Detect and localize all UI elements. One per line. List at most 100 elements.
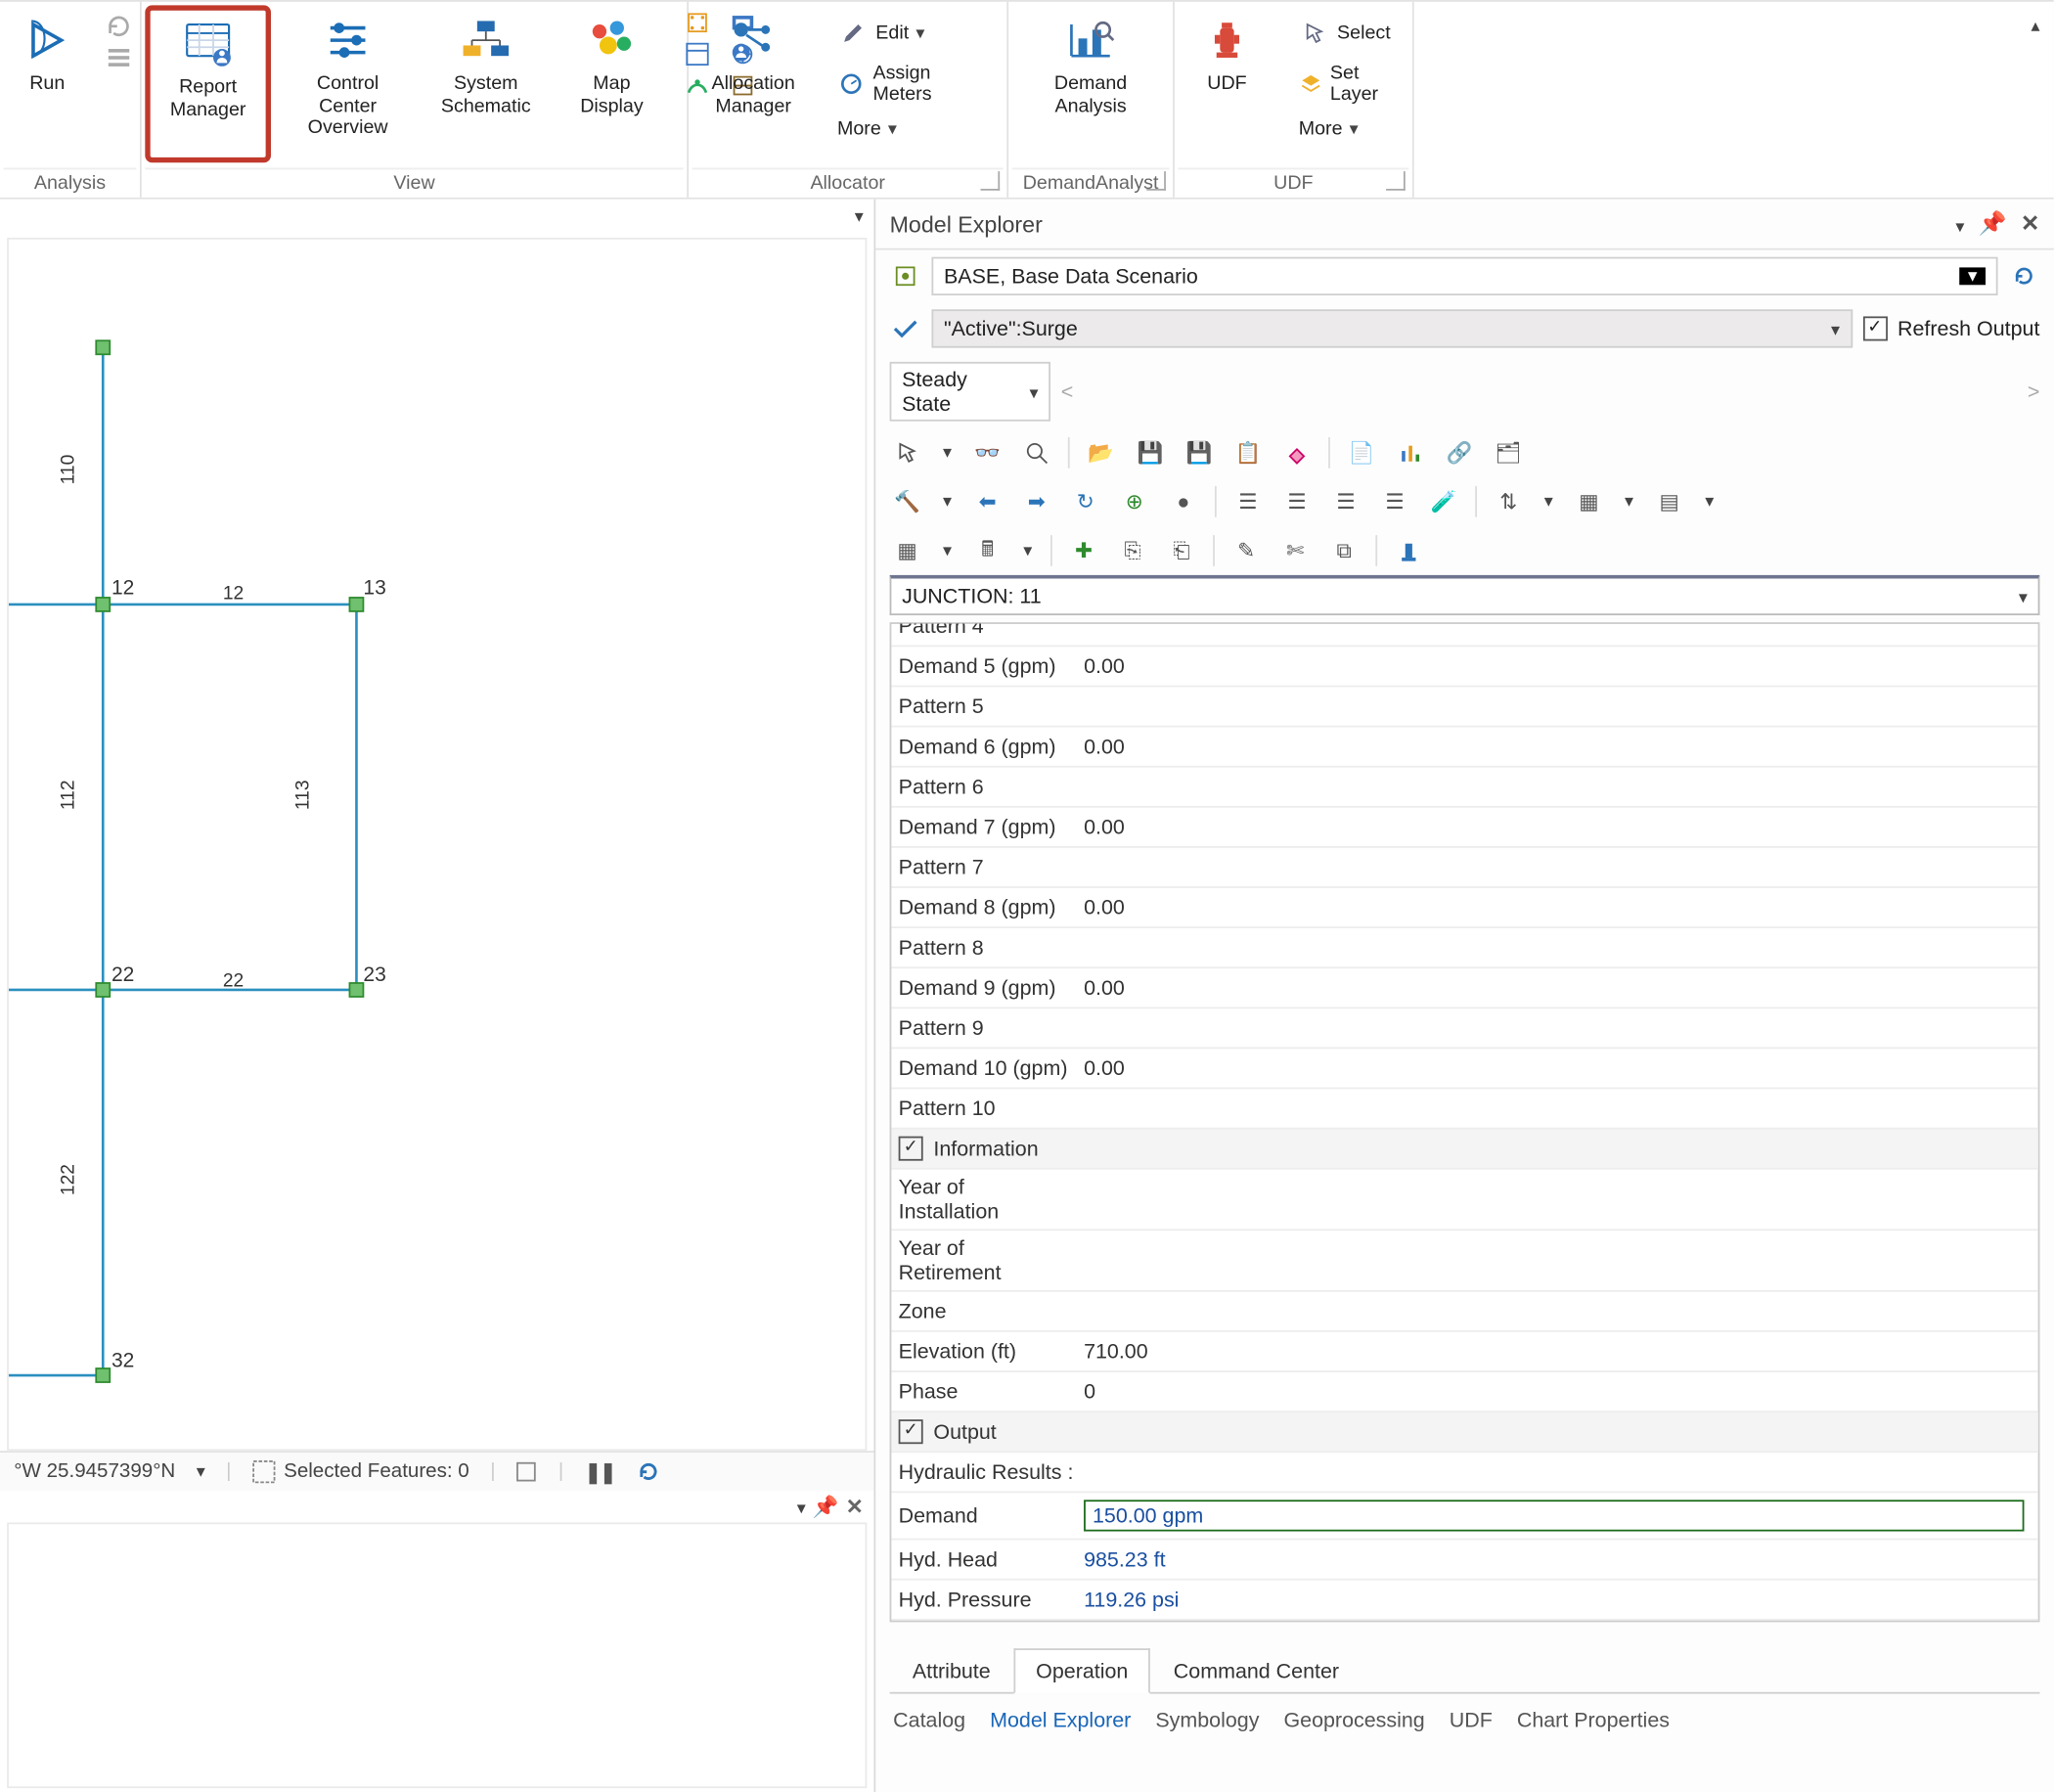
report-manager-button[interactable]: Report Manager: [145, 5, 271, 162]
pin-icon[interactable]: 📌: [1979, 209, 2007, 238]
calc-dropdown[interactable]: [1019, 533, 1037, 568]
output-row[interactable]: Hyd. Pressure119.26 psi: [891, 1580, 2037, 1620]
distribute-icon[interactable]: ☰: [1377, 484, 1412, 519]
flask-icon[interactable]: 🧪: [1426, 484, 1461, 519]
glasses-icon[interactable]: 👓: [970, 435, 1005, 470]
folder-open-icon[interactable]: 📂: [1084, 435, 1119, 470]
table-icon[interactable]: ▦: [890, 533, 925, 568]
align-left-icon[interactable]: ☰: [1230, 484, 1266, 519]
property-row[interactable]: Demand 9 (gpm)0.00: [891, 968, 2037, 1008]
align-right-icon[interactable]: ☰: [1328, 484, 1363, 519]
bottom-tab-udf[interactable]: UDF: [1450, 1708, 1493, 1732]
output-row[interactable]: Demand150.00 gpm: [891, 1493, 2037, 1540]
system-schematic-button[interactable]: System Schematic: [424, 5, 547, 156]
align-center-icon[interactable]: ☰: [1279, 484, 1315, 519]
property-row[interactable]: Demand 8 (gpm)0.00: [891, 888, 2037, 928]
bottom-tab-symbology[interactable]: Symbology: [1155, 1708, 1259, 1732]
add-feature-icon[interactable]: ✚: [1066, 533, 1101, 568]
coords-dropdown-icon[interactable]: [197, 1461, 205, 1482]
udf-more-button[interactable]: More: [1286, 113, 1403, 145]
pause-icon[interactable]: ❚❚: [585, 1459, 615, 1484]
report-icon[interactable]: 📄: [1344, 435, 1379, 470]
bottom-tab-geoprocessing[interactable]: Geoprocessing: [1283, 1708, 1424, 1732]
property-row[interactable]: Year of Retirement: [891, 1231, 2037, 1292]
close-icon[interactable]: ✕: [846, 1495, 864, 1519]
dialog-launcher-icon[interactable]: [981, 171, 1001, 191]
scenario-refresh-icon[interactable]: [2008, 260, 2039, 291]
section-checkbox[interactable]: [899, 1419, 923, 1444]
filter-icon[interactable]: [516, 1461, 537, 1482]
save-as-icon[interactable]: 💾: [1182, 435, 1217, 470]
sort-dropdown[interactable]: [1540, 484, 1557, 519]
scenario-field[interactable]: BASE, Base Data Scenario ▼: [931, 257, 1997, 295]
back-arrow-icon[interactable]: ⬅: [970, 484, 1005, 519]
allocation-manager-button[interactable]: Allocation Manager: [692, 5, 815, 156]
property-row[interactable]: Pattern 6: [891, 767, 2037, 807]
tab-command-center[interactable]: Command Center: [1151, 1648, 1362, 1693]
tab-operation[interactable]: Operation: [1013, 1648, 1151, 1693]
link-icon[interactable]: 🔗: [1442, 435, 1477, 470]
bottom-tab-model-explorer[interactable]: Model Explorer: [990, 1708, 1131, 1732]
edit-geom-icon[interactable]: ✎: [1228, 533, 1264, 568]
zoom-icon[interactable]: [1019, 435, 1054, 470]
refresh-icon[interactable]: [636, 1459, 660, 1484]
table-dropdown[interactable]: [939, 533, 957, 568]
bottom-tab-chart-properties[interactable]: Chart Properties: [1517, 1708, 1670, 1732]
property-row[interactable]: Pattern 10: [891, 1089, 2037, 1129]
save-icon[interactable]: 💾: [1133, 435, 1168, 470]
demand-analysis-button[interactable]: Demand Analysis: [1030, 5, 1152, 156]
copy-feature-icon[interactable]: ⎘: [1115, 533, 1150, 568]
pointer-dropdown[interactable]: [939, 435, 957, 470]
refresh-output-checkbox[interactable]: [1862, 316, 1887, 340]
close-icon[interactable]: ✕: [2021, 209, 2039, 238]
property-row[interactable]: Demand 6 (gpm)0.00: [891, 727, 2037, 767]
canvas-dropdown-icon[interactable]: [855, 202, 864, 227]
group-dropdown[interactable]: [1621, 484, 1638, 519]
collapse-ribbon-icon[interactable]: [2031, 13, 2039, 37]
add-node-icon[interactable]: ⊕: [1117, 484, 1152, 519]
group-icon[interactable]: ▦: [1572, 484, 1607, 519]
dialog-launcher-icon[interactable]: [1146, 171, 1166, 191]
clip-icon[interactable]: ✄: [1277, 533, 1313, 568]
run-button[interactable]: Run: [0, 5, 94, 156]
property-row[interactable]: Pattern 5: [891, 687, 2037, 727]
udf-button[interactable]: UDF: [1178, 5, 1275, 156]
lower-panel-dropdown[interactable]: [797, 1495, 806, 1519]
sort-icon[interactable]: ⇅: [1491, 484, 1526, 519]
layout-dropdown[interactable]: [1701, 484, 1719, 519]
property-row[interactable]: Demand 10 (gpm)0.00: [891, 1049, 2037, 1089]
output-row[interactable]: Hyd. Head985.23 ft: [891, 1540, 2037, 1580]
property-row[interactable]: Pattern 8: [891, 928, 2037, 968]
pin-icon[interactable]: 📌: [813, 1495, 839, 1519]
property-row[interactable]: Pattern 9: [891, 1008, 2037, 1049]
pointer-icon[interactable]: [890, 435, 925, 470]
property-row[interactable]: Demand 5 (gpm)0.00: [891, 647, 2037, 687]
property-row[interactable]: Elevation (ft)710.00: [891, 1332, 2037, 1372]
panel-options-icon[interactable]: [1955, 210, 1964, 237]
property-row[interactable]: Year of Installation: [891, 1170, 2037, 1232]
hammer-icon[interactable]: 🔨: [890, 484, 925, 519]
forward-arrow-icon[interactable]: ➡: [1019, 484, 1054, 519]
junction-selector[interactable]: JUNCTION: 11: [890, 575, 2040, 615]
copy-icon[interactable]: 📋: [1230, 435, 1266, 470]
calc-icon[interactable]: 🖩: [970, 533, 1005, 568]
card-icon[interactable]: 🗂: [1491, 435, 1526, 470]
eraser-icon[interactable]: [1279, 435, 1315, 470]
section-information[interactable]: Information: [891, 1129, 2037, 1169]
section-output[interactable]: Output: [891, 1412, 2037, 1453]
active-field[interactable]: "Active":Surge: [931, 309, 1852, 347]
control-center-button[interactable]: Control Center Overview: [275, 5, 422, 156]
property-row[interactable]: Pattern 7: [891, 848, 2037, 888]
udf-select-button[interactable]: Select: [1286, 13, 1403, 55]
property-row[interactable]: Demand 7 (gpm)0.00: [891, 808, 2037, 848]
merge-icon[interactable]: ⧉: [1326, 533, 1362, 568]
udf-set-layer-button[interactable]: Set Layer: [1286, 58, 1403, 111]
section-checkbox[interactable]: [899, 1137, 923, 1161]
property-row[interactable]: Phase0: [891, 1372, 2037, 1412]
map-canvas[interactable]: 12 13 22 23 32 110 12 112 113 22 122: [7, 238, 867, 1451]
history-icon[interactable]: ↻: [1068, 484, 1103, 519]
property-row[interactable]: Zone: [891, 1292, 2037, 1332]
tab-attribute[interactable]: Attribute: [890, 1648, 1013, 1693]
property-row[interactable]: Pattern 4: [891, 624, 2037, 647]
edit-button[interactable]: Edit: [825, 13, 996, 55]
